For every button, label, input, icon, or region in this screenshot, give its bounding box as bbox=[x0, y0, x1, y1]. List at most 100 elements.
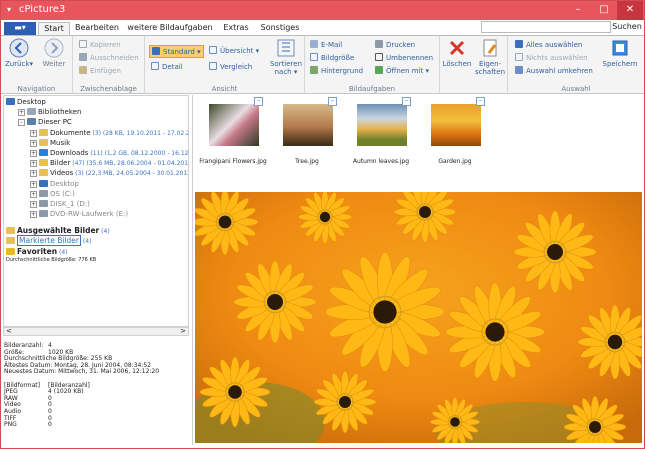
standard-view-icon bbox=[152, 47, 160, 55]
properties-button[interactable]: Eigen-schaften bbox=[474, 38, 506, 76]
tab-weitere-bildaufgaben[interactable]: weitere Bildaufgaben bbox=[125, 22, 215, 35]
thumbnail-image[interactable] bbox=[357, 104, 407, 146]
thumbnail-checkbox[interactable]: – bbox=[254, 97, 263, 106]
thumbnail-image[interactable] bbox=[209, 104, 259, 146]
back-arrow-icon bbox=[9, 38, 29, 58]
tree-item[interactable]: + Dokumente (3) (28 KB, 19.10.2011 - 17.0… bbox=[30, 128, 188, 138]
forward-button[interactable]: Weiter bbox=[39, 38, 69, 68]
expand-toggle-icon[interactable]: + bbox=[30, 180, 37, 188]
tree-item[interactable]: + OS (C:) bbox=[30, 189, 75, 199]
tree-item-label: Downloads bbox=[50, 149, 89, 157]
tree-item[interactable]: + DVD-RW-Laufwerk (E:) bbox=[30, 209, 128, 219]
tree-item[interactable]: + Videos (3) (22,3 MB, 24.05.2004 - 30.01… bbox=[30, 168, 188, 178]
marked-images-item[interactable]: Markierte Bilder (4) bbox=[6, 235, 91, 246]
forward-arrow-icon bbox=[44, 38, 64, 58]
expand-toggle-icon[interactable]: + bbox=[30, 160, 37, 168]
envelope-icon bbox=[310, 40, 318, 48]
close-button[interactable]: ✕ bbox=[617, 1, 643, 20]
expand-toggle-icon[interactable]: + bbox=[30, 139, 37, 147]
rename-icon bbox=[375, 53, 383, 61]
open-with-button[interactable]: Öffnen mit ▾ bbox=[375, 66, 429, 77]
thumbnail-image[interactable] bbox=[431, 104, 481, 146]
maximize-button[interactable]: □ bbox=[591, 1, 617, 20]
tree-item[interactable]: - Dieser PC bbox=[18, 117, 72, 127]
rename-button[interactable]: Umbenennen bbox=[375, 53, 433, 64]
thumbnail[interactable]: – Autumn leaves.jpg bbox=[349, 97, 411, 165]
info-row: [Bildformat] [Bilderanzahl] bbox=[4, 382, 189, 390]
standard-view-button[interactable]: Standard ▾ bbox=[149, 45, 204, 58]
image-browser: – Frangipani Flowers.jpg – Tree.jpg – Autumn … bbox=[192, 95, 642, 445]
group-selection: Alles auswählen Nichts auswählen Auswahl… bbox=[508, 36, 644, 94]
invert-selection-button[interactable]: Auswahl umkehren bbox=[515, 66, 593, 77]
tree-item[interactable]: + DISK_1 (D:) bbox=[30, 199, 90, 209]
list-icon bbox=[151, 62, 159, 70]
grid-icon bbox=[209, 46, 217, 54]
scroll-left-icon[interactable]: < bbox=[6, 327, 12, 335]
thumbnail[interactable]: – Frangipani Flowers.jpg bbox=[199, 97, 267, 165]
system-menu-icon[interactable]: ▾ bbox=[7, 4, 11, 16]
search-input[interactable] bbox=[481, 21, 611, 33]
background-button[interactable]: Hintergrund bbox=[310, 66, 363, 77]
average-size-text: Durchschnittliche Bildgröße: 776 KB bbox=[6, 257, 97, 263]
tab-sonstiges[interactable]: Sonstiges bbox=[257, 22, 303, 35]
thumbnail-checkbox[interactable]: – bbox=[476, 97, 485, 106]
expand-toggle-icon[interactable]: + bbox=[30, 129, 37, 137]
tree-item-label: Desktop bbox=[17, 98, 46, 106]
email-button[interactable]: E-Mail bbox=[310, 40, 342, 51]
expand-toggle-icon[interactable]: + bbox=[30, 190, 37, 198]
tree-item[interactable]: + Downloads (11) (1,2 GB, 08.12.2000 - 16… bbox=[30, 148, 188, 158]
copy-button[interactable]: Kopieren bbox=[79, 40, 121, 51]
tree-item[interactable]: + Desktop bbox=[30, 179, 79, 189]
tree-item[interactable]: + Bilder (47) (35,6 MB, 28.06.2004 - 01.0… bbox=[30, 158, 188, 168]
select-none-button[interactable]: Nichts auswählen bbox=[515, 53, 588, 64]
thumbnail-caption: Garden.jpg bbox=[438, 158, 472, 165]
tree-item[interactable]: + Musik bbox=[30, 138, 70, 148]
sort-button[interactable]: Sortieren nach ▾ bbox=[269, 38, 303, 76]
delete-button[interactable]: Löschen bbox=[442, 38, 472, 68]
compare-view-button[interactable]: Vergleich bbox=[209, 62, 252, 73]
tree-item[interactable]: Desktop bbox=[6, 97, 46, 107]
thumbnail[interactable]: – Tree.jpg bbox=[275, 97, 337, 165]
minimize-button[interactable]: – bbox=[565, 1, 591, 20]
select-none-icon bbox=[515, 53, 523, 61]
thumbnail-checkbox[interactable]: – bbox=[402, 97, 411, 106]
scroll-right-icon[interactable]: > bbox=[180, 327, 186, 335]
overview-view-button[interactable]: Übersicht ▾ bbox=[209, 46, 259, 57]
app-window: ▾ cPicture3 – □ ✕ ▬▾ Start Bearbeiten we… bbox=[0, 0, 645, 449]
expand-toggle-icon[interactable]: + bbox=[30, 150, 37, 157]
expand-toggle-icon[interactable]: + bbox=[18, 109, 25, 117]
info-row: PNG 0 bbox=[4, 421, 189, 429]
thumbnail-image[interactable] bbox=[283, 104, 333, 146]
tree-horizontal-scrollbar[interactable]: < > bbox=[3, 327, 189, 336]
thumbnail-checkbox[interactable]: – bbox=[328, 97, 337, 106]
tab-extras[interactable]: Extras bbox=[219, 22, 253, 35]
title-bar: ▾ cPicture3 – □ ✕ bbox=[1, 1, 644, 20]
folder-tree: Desktop + Bibliotheken - Dieser PC + Dokumente… bbox=[3, 95, 189, 327]
cut-button[interactable]: Ausschneiden bbox=[79, 53, 139, 64]
expand-toggle-icon[interactable]: + bbox=[30, 170, 37, 178]
detail-view-button[interactable]: Detail bbox=[151, 62, 183, 73]
tree-item[interactable]: + Bibliotheken bbox=[18, 107, 81, 117]
paste-button[interactable]: Einfügen bbox=[79, 66, 121, 77]
star-icon bbox=[6, 248, 15, 255]
back-button[interactable]: Zurück▾ bbox=[5, 38, 33, 68]
print-button[interactable]: Drucken bbox=[375, 40, 415, 51]
expand-toggle-icon[interactable]: + bbox=[30, 211, 37, 219]
save-selection-button[interactable]: Speichern bbox=[602, 38, 638, 68]
expand-toggle-icon[interactable]: + bbox=[30, 201, 37, 208]
tab-start[interactable]: Start bbox=[38, 22, 70, 35]
folder-icon bbox=[39, 128, 48, 136]
select-all-button[interactable]: Alles auswählen bbox=[515, 40, 582, 51]
image-size-button[interactable]: Bildgröße bbox=[310, 53, 354, 64]
thumbnail[interactable]: – Garden.jpg bbox=[423, 97, 485, 165]
tree-item-label: DVD-RW-Laufwerk (E:) bbox=[50, 210, 129, 219]
info-key: PNG bbox=[4, 421, 17, 429]
expand-toggle-icon[interactable]: - bbox=[18, 119, 25, 127]
group-label-image-tasks: Bildaufgaben bbox=[348, 85, 396, 93]
tab-bearbeiten[interactable]: Bearbeiten bbox=[73, 22, 121, 35]
tree-item-label: Dokumente bbox=[50, 128, 91, 137]
folder-icon bbox=[39, 138, 48, 146]
app-menu-button[interactable]: ▬▾ bbox=[4, 22, 36, 35]
tree-item-label: Dieser PC bbox=[38, 118, 72, 127]
search-button[interactable]: Suchen bbox=[612, 21, 642, 33]
